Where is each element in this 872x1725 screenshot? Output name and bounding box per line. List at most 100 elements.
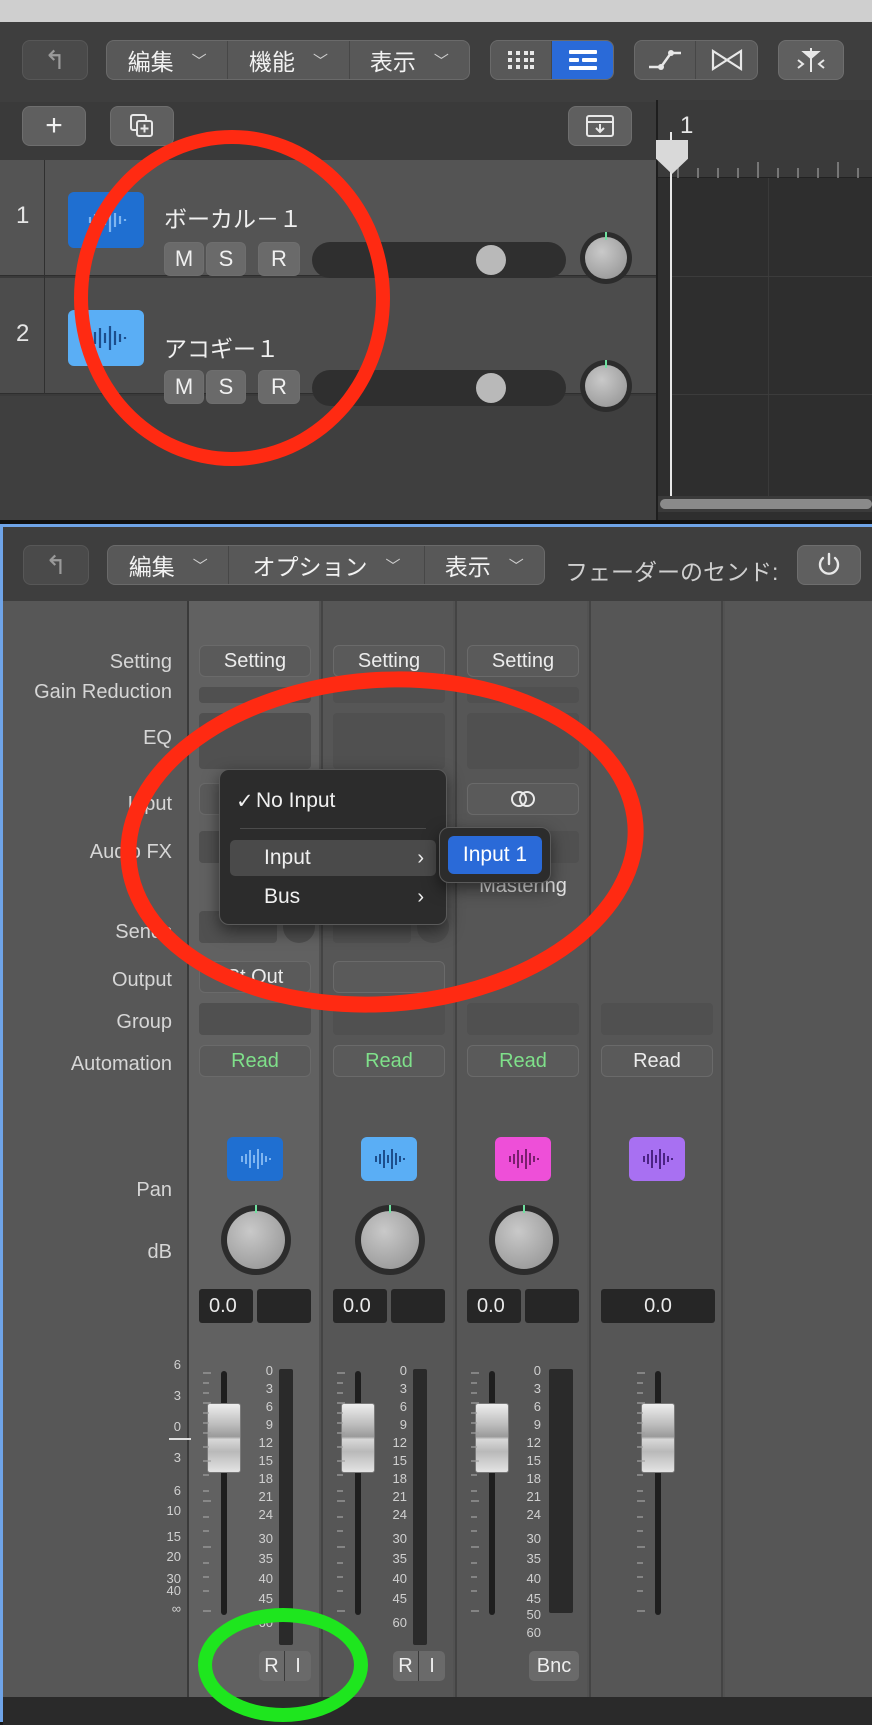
catch-button[interactable] bbox=[778, 40, 844, 80]
fader-scale: 6 3 0 3 6 10 15 20 30 40 ∞ bbox=[166, 1357, 181, 1616]
flex-icon bbox=[711, 48, 742, 72]
arrow-up-icon: ↰ bbox=[45, 549, 67, 580]
input-monitoring-button[interactable]: I bbox=[419, 1651, 445, 1681]
meter-scale: 0 3 6 9 12 15 18 21 24 30 35 40 45 50 60 bbox=[526, 1363, 541, 1640]
options-menu[interactable]: オプション ﹀ bbox=[229, 546, 425, 584]
functions-menu[interactable]: 機能 ﹀ bbox=[228, 41, 350, 79]
sends-on-faders-label: フェーダーのセンド: bbox=[565, 559, 779, 585]
add-track-button[interactable]: + bbox=[22, 106, 86, 146]
track-number: 2 bbox=[16, 320, 30, 347]
group-slot[interactable] bbox=[601, 1003, 713, 1035]
mixer-empty-area bbox=[725, 601, 872, 1725]
volume-db-display[interactable]: 0.0 bbox=[601, 1289, 715, 1323]
arrow-up-icon: ↰ bbox=[44, 44, 66, 75]
timeline-row-divider bbox=[672, 394, 872, 395]
meter-scale: 0 3 6 9 12 15 18 21 24 30 35 40 45 60 bbox=[258, 1363, 273, 1630]
mixer-bottom-bar bbox=[3, 1697, 872, 1725]
row-label-setting: Setting bbox=[109, 651, 172, 673]
row-label-group: Group bbox=[116, 1011, 172, 1033]
automation-button[interactable] bbox=[635, 41, 697, 79]
sends-on-faders-button[interactable] bbox=[797, 545, 861, 585]
waveform-icon bbox=[361, 1137, 417, 1181]
view-menu[interactable]: 表示 ﹀ bbox=[350, 41, 469, 79]
track-number-column-divider bbox=[44, 160, 45, 394]
waveform-icon bbox=[227, 1137, 283, 1181]
duplicate-icon bbox=[130, 114, 153, 137]
ruler-bar-number: 1 bbox=[680, 112, 694, 139]
slider-thumb[interactable] bbox=[476, 373, 506, 403]
chevron-down-icon: ﹀ bbox=[312, 52, 328, 70]
list-icon bbox=[568, 50, 597, 70]
record-enable-button[interactable]: R bbox=[393, 1651, 419, 1681]
peak-level-display bbox=[525, 1289, 579, 1323]
pan-knob[interactable] bbox=[580, 232, 632, 284]
pan-knob[interactable] bbox=[580, 360, 632, 412]
power-icon bbox=[818, 552, 840, 575]
row-label-eq: EQ bbox=[143, 727, 172, 749]
row-label-pan: Pan bbox=[136, 1179, 172, 1201]
waveform-icon bbox=[629, 1137, 685, 1181]
timeline-row-divider bbox=[672, 276, 872, 277]
chevron-down-icon: ﹀ bbox=[433, 52, 449, 70]
duplicate-track-button[interactable] bbox=[110, 106, 174, 146]
ruler-ticks bbox=[677, 162, 859, 178]
top-title-bar bbox=[0, 0, 872, 22]
unity-gain-marker bbox=[169, 1438, 191, 1440]
row-label-automation: Automation bbox=[70, 1053, 172, 1075]
row-label-db: dB bbox=[147, 1241, 172, 1263]
bounce-button[interactable]: Bnc bbox=[529, 1651, 579, 1681]
chevron-down-icon: ﹀ bbox=[192, 557, 208, 575]
automation-mode-button[interactable]: Read bbox=[601, 1045, 713, 1077]
horizontal-scrollbar[interactable] bbox=[658, 496, 872, 512]
volume-db-display[interactable]: 0.0 bbox=[199, 1289, 253, 1323]
snap-icon bbox=[797, 48, 825, 72]
catch-up-button[interactable]: ↰ bbox=[23, 545, 89, 585]
view-menu[interactable]: 表示 ﹀ bbox=[425, 546, 544, 584]
level-meter bbox=[279, 1369, 293, 1645]
ruler[interactable]: 1 bbox=[658, 100, 872, 178]
list-view-button[interactable] bbox=[552, 41, 613, 79]
grid-view-button[interactable] bbox=[491, 41, 553, 79]
peak-level-display bbox=[391, 1289, 445, 1323]
channel-buttons: R I bbox=[393, 1651, 445, 1681]
automation-segment bbox=[634, 40, 758, 80]
chevron-down-icon: ﹀ bbox=[191, 52, 207, 70]
channel-setting-button[interactable]: Setting bbox=[199, 645, 311, 677]
pan-knob[interactable] bbox=[355, 1205, 425, 1275]
group-slot[interactable] bbox=[199, 1003, 311, 1035]
catch-up-button[interactable]: ↰ bbox=[22, 40, 88, 80]
timeline-grid-line bbox=[768, 178, 769, 508]
pan-knob[interactable] bbox=[489, 1205, 559, 1275]
automation-curve-icon bbox=[649, 50, 681, 70]
green-annotation-ellipse bbox=[198, 1608, 368, 1722]
waveform-icon bbox=[495, 1137, 551, 1181]
meter-scale: 0 3 6 9 12 15 18 21 24 30 35 40 45 60 bbox=[392, 1363, 407, 1630]
volume-db-display[interactable]: 0.0 bbox=[467, 1289, 521, 1323]
tracks-menu-segment: 編集 ﹀ 機能 ﹀ 表示 ﹀ bbox=[106, 40, 470, 80]
automation-mode-button[interactable]: Read bbox=[467, 1045, 579, 1077]
red-annotation-circle bbox=[74, 130, 390, 466]
level-meter bbox=[549, 1369, 573, 1613]
fader-ticks bbox=[203, 1372, 645, 1612]
import-button[interactable] bbox=[568, 106, 632, 146]
volume-db-display[interactable]: 0.0 bbox=[333, 1289, 387, 1323]
slider-thumb[interactable] bbox=[476, 245, 506, 275]
group-slot[interactable] bbox=[467, 1003, 579, 1035]
view-mode-segment bbox=[490, 40, 614, 80]
peak-level-display bbox=[257, 1289, 311, 1323]
automation-mode-button[interactable]: Read bbox=[199, 1045, 311, 1077]
chevron-down-icon: ﹀ bbox=[508, 557, 524, 575]
automation-mode-button[interactable]: Read bbox=[333, 1045, 445, 1077]
grid-icon bbox=[508, 51, 534, 69]
chevron-down-icon: ﹀ bbox=[385, 557, 401, 575]
track-number: 1 bbox=[16, 202, 30, 229]
download-tray-icon bbox=[586, 115, 614, 137]
row-label-output: Output bbox=[111, 969, 172, 991]
pan-knob[interactable] bbox=[221, 1205, 291, 1275]
channel-setting-button[interactable]: Setting bbox=[467, 645, 579, 677]
edit-menu[interactable]: 編集 ﹀ bbox=[108, 546, 230, 584]
edit-menu[interactable]: 編集 ﹀ bbox=[107, 41, 229, 79]
playhead[interactable] bbox=[670, 132, 672, 512]
flex-button[interactable] bbox=[696, 41, 757, 79]
row-label-gain-reduction: Gain Reduction bbox=[34, 681, 172, 703]
